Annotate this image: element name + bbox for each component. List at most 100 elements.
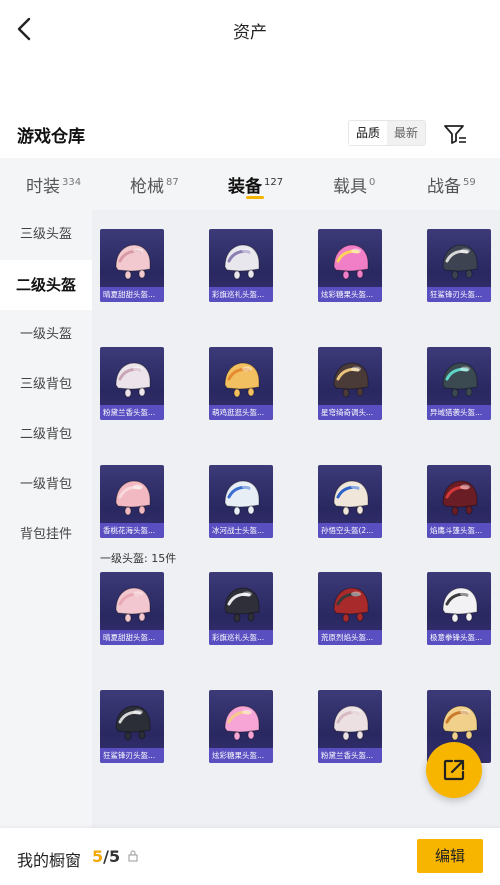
share-icon xyxy=(443,759,465,781)
helmet-item-name: 晴夏甜甜头盔... xyxy=(100,287,164,302)
showcase-count-total: /5 xyxy=(103,847,121,866)
helmet-item-name: 冰河战士头盔... xyxy=(209,523,273,538)
bottom-bar: 我的橱窗 5/5 编辑 xyxy=(0,828,500,885)
helmet-item-name: 彩旗巡礼头盔... xyxy=(209,630,273,645)
showcase-label: 我的橱窗 xyxy=(17,851,82,870)
helmet-item-name: 狂鲨锋刃头盔... xyxy=(100,748,164,763)
helmet-item-card[interactable]: 晴夏甜甜头盔... xyxy=(100,229,164,302)
sidebar-item-level1-backpack[interactable]: 一级背包 xyxy=(0,460,92,510)
helmet-item-name: 香桃花海头盔... xyxy=(100,523,164,538)
helmet-item-card[interactable]: 星穹绮奇调头... xyxy=(318,347,382,420)
helmet-item-name: 粉黛兰香头盔... xyxy=(100,405,164,420)
helmet-item-name: 狂鲨锋刃头盔... xyxy=(427,287,491,302)
top-bar: 资产 xyxy=(0,0,500,60)
active-tab-indicator xyxy=(246,196,264,199)
sort-toggle: 品质 最新 xyxy=(348,120,427,146)
tab-count: 59 xyxy=(463,177,476,188)
helmet-icon xyxy=(224,362,260,398)
helmet-icon xyxy=(442,244,478,280)
helmet-item-card[interactable]: 炫彩糖果头盔... xyxy=(318,229,382,302)
helmet-item-card[interactable]: 萌鸡逛逛头盔... xyxy=(209,347,273,420)
tab-count: 87 xyxy=(166,177,179,188)
helmet-item-card[interactable]: 极意拳锋头盔... xyxy=(427,572,491,645)
tab-vehicles[interactable]: 载具 0 xyxy=(333,172,375,197)
showcase-count-current: 5 xyxy=(92,847,104,866)
filter-icon xyxy=(444,125,466,144)
helmet-icon xyxy=(224,480,260,516)
tab-supplies[interactable]: 战备 59 xyxy=(427,172,476,197)
filter-button[interactable] xyxy=(441,120,469,148)
sidebar-item-backpack-pendant[interactable]: 背包挂件 xyxy=(0,510,92,560)
helmet-icon xyxy=(115,705,151,741)
helmet-item-card[interactable]: 狂鲨锋刃头盔... xyxy=(100,690,164,763)
helmet-item-card[interactable]: 炫彩糖果头盔... xyxy=(209,690,273,763)
helmet-item-card[interactable]: 狂鲨锋刃头盔... xyxy=(427,229,491,302)
sidebar-item-level3-backpack[interactable]: 三级背包 xyxy=(0,360,92,410)
sidebar-item-level1-helmet[interactable]: 一级头盔 xyxy=(0,310,92,360)
helmet-icon xyxy=(333,244,369,280)
subcategory-sidebar: 三级头盔 二级头盔 一级头盔 三级背包 二级背包 一级背包 背包挂件 xyxy=(0,210,92,828)
lock-icon xyxy=(128,850,138,862)
helmet-icon xyxy=(115,362,151,398)
page-title: 资产 xyxy=(233,23,267,43)
sidebar-item-level3-helmet[interactable]: 三级头盔 xyxy=(0,210,92,260)
tab-label: 战备 xyxy=(427,177,461,197)
helmet-item-card[interactable]: 孙悟空头盔(2... xyxy=(318,465,382,538)
helmet-item-card[interactable]: 冰河战士头盔... xyxy=(209,465,273,538)
helmet-item-card[interactable]: 焰鹰斗篷头盔... xyxy=(427,465,491,538)
helmet-item-card[interactable]: 异域猎袭头盔... xyxy=(427,347,491,420)
helmet-item-card[interactable]: 荒原烈焰头盔... xyxy=(318,572,382,645)
tab-label: 时装 xyxy=(26,177,60,197)
tab-label: 枪械 xyxy=(130,177,164,197)
sidebar-item-level2-helmet[interactable]: 二级头盔 xyxy=(0,260,92,310)
sort-option-newest[interactable]: 最新 xyxy=(387,121,426,145)
category-tabs: 时装 334 枪械 87 装备 127 载具 0 战备 59 xyxy=(0,158,500,210)
helmet-item-name: 彩旗巡礼头盔... xyxy=(209,287,273,302)
share-button[interactable] xyxy=(426,742,482,798)
tab-equipment[interactable]: 装备 127 xyxy=(228,172,283,197)
helmet-icon xyxy=(333,705,369,741)
helmet-item-card[interactable]: 香桃花海头盔... xyxy=(100,465,164,538)
helmet-icon xyxy=(333,362,369,398)
sort-option-quality[interactable]: 品质 xyxy=(349,121,388,145)
helmet-icon xyxy=(442,705,478,741)
helmet-item-name: 极意拳锋头盔... xyxy=(427,630,491,645)
helmet-item-card[interactable]: 粉黛兰香头盔... xyxy=(100,347,164,420)
tab-count: 0 xyxy=(369,177,376,188)
helmet-item-card[interactable]: 粉黛兰香头盔... xyxy=(318,690,382,763)
helmet-item-name: 焰鹰斗篷头盔... xyxy=(427,523,491,538)
helmet-icon xyxy=(333,587,369,623)
helmet-icon xyxy=(333,480,369,516)
edit-button[interactable]: 编辑 xyxy=(417,839,483,873)
helmet-item-card[interactable]: 彩旗巡礼头盔... xyxy=(209,572,273,645)
helmet-item-card[interactable]: 彩旗巡礼头盔... xyxy=(209,229,273,302)
tab-label: 载具 xyxy=(333,177,367,197)
sidebar-item-level2-backpack[interactable]: 二级背包 xyxy=(0,410,92,460)
group-label-level1-helmet: 一级头盔: 15件 xyxy=(100,552,177,565)
helmet-item-name: 粉黛兰香头盔... xyxy=(318,748,382,763)
helmet-item-name: 炫彩糖果头盔... xyxy=(209,748,273,763)
tab-label: 装备 xyxy=(228,177,262,197)
helmet-icon xyxy=(115,587,151,623)
helmet-icon xyxy=(442,362,478,398)
item-grid: 一级头盔: 15件 晴夏甜甜头盔... 彩旗巡礼头盔... 炫彩糖果头盔... 狂鲨锋… xyxy=(92,210,500,828)
helmet-icon xyxy=(115,244,151,280)
helmet-icon xyxy=(224,705,260,741)
tab-fashion[interactable]: 时装 334 xyxy=(26,172,81,197)
helmet-item-name: 孙悟空头盔(2... xyxy=(318,523,382,538)
helmet-item-name: 荒原烈焰头盔... xyxy=(318,630,382,645)
tab-count: 127 xyxy=(264,177,284,188)
helmet-item-name: 炫彩糖果头盔... xyxy=(318,287,382,302)
helmet-icon xyxy=(224,244,260,280)
tab-weapons[interactable]: 枪械 87 xyxy=(130,172,179,197)
showcase-count: 5/5 xyxy=(92,847,120,866)
helmet-item-name: 异域猎袭头盔... xyxy=(427,405,491,420)
section-title: 游戏仓库 xyxy=(17,127,85,147)
helmet-icon xyxy=(442,480,478,516)
helmet-icon xyxy=(442,587,478,623)
helmet-icon xyxy=(224,587,260,623)
helmet-item-card[interactable]: 晴夏甜甜头盔... xyxy=(100,572,164,645)
section-header: 游戏仓库 品质 最新 xyxy=(0,110,500,158)
helmet-item-name: 萌鸡逛逛头盔... xyxy=(209,405,273,420)
helmet-icon xyxy=(115,480,151,516)
